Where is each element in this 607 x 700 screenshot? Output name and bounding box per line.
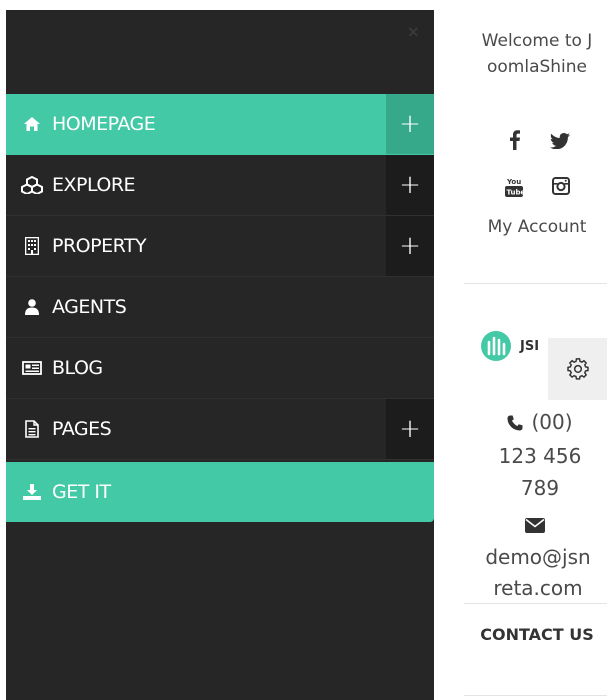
menu-link-get-it[interactable]: GET IT (6, 462, 386, 522)
youtube-icon[interactable]: You Tube (502, 175, 526, 199)
menu-label: PROPERTY (52, 235, 147, 257)
logo-mark-icon (481, 331, 511, 361)
svg-text:You: You (506, 178, 521, 186)
menu-item-explore[interactable]: EXPLORE + (6, 155, 434, 216)
menu-link-blog[interactable]: BLOG (6, 338, 386, 398)
welcome-text: Welcome to JoomlaShine (481, 31, 593, 77)
menu-label: AGENTS (52, 296, 127, 318)
divider (464, 283, 607, 284)
menu-item-property[interactable]: PROPERTY + (6, 216, 434, 277)
menu-label: HOMEPAGE (52, 113, 156, 135)
expand-submenu-button[interactable]: + (386, 216, 434, 276)
menu-link-pages[interactable]: PAGES (6, 399, 386, 459)
divider (464, 695, 607, 696)
menu-link-explore[interactable]: EXPLORE (6, 155, 386, 215)
logo-text: JSI (520, 338, 540, 354)
instagram-icon[interactable] (550, 175, 572, 197)
brand-logo[interactable]: JSI (480, 330, 539, 362)
settings-button[interactable] (548, 338, 607, 400)
user-icon (18, 299, 46, 315)
menu-item-agents[interactable]: AGENTS (6, 277, 434, 338)
file-icon (18, 420, 46, 438)
cubes-icon (18, 176, 46, 194)
divider (464, 603, 607, 604)
menu-link-homepage[interactable]: HOMEPAGE (6, 94, 386, 154)
building-icon (18, 237, 46, 255)
download-icon (18, 484, 46, 500)
expand-submenu-button[interactable]: + (386, 399, 434, 459)
phone-number: (00) 123 456 789 (488, 406, 592, 504)
my-account-link[interactable]: My Account (478, 214, 596, 240)
offcanvas-menu: × HOMEPAGE + EXPLORE + PROPERTY + AGENTS… (6, 10, 434, 700)
twitter-icon[interactable] (548, 130, 572, 152)
email-link[interactable]: demo@jsnreta.com (482, 542, 594, 604)
menu-item-get-it[interactable]: GET IT (6, 462, 434, 522)
menu-item-blog[interactable]: BLOG (6, 338, 434, 399)
expand-submenu-button[interactable]: + (386, 155, 434, 215)
gear-icon (566, 358, 589, 380)
menu-link-property[interactable]: PROPERTY (6, 216, 386, 276)
menu-link-agents[interactable]: AGENTS (6, 277, 386, 337)
menu-label: EXPLORE (52, 174, 136, 196)
contact-us-link[interactable]: CONTACT US (478, 620, 596, 650)
svg-text:Tube: Tube (507, 189, 524, 197)
expand-submenu-button[interactable]: + (386, 94, 434, 154)
home-icon (18, 116, 46, 132)
menu-label: GET IT (52, 481, 111, 503)
facebook-icon[interactable] (504, 128, 526, 152)
menu-label: BLOG (52, 357, 103, 379)
envelope-icon (525, 518, 545, 537)
menu-item-pages[interactable]: PAGES + (6, 399, 434, 460)
menu-item-homepage[interactable]: HOMEPAGE + (6, 94, 434, 155)
phone-icon (507, 408, 523, 440)
close-icon[interactable]: × (407, 22, 420, 41)
newspaper-icon (18, 361, 46, 375)
menu-label: PAGES (52, 418, 112, 440)
